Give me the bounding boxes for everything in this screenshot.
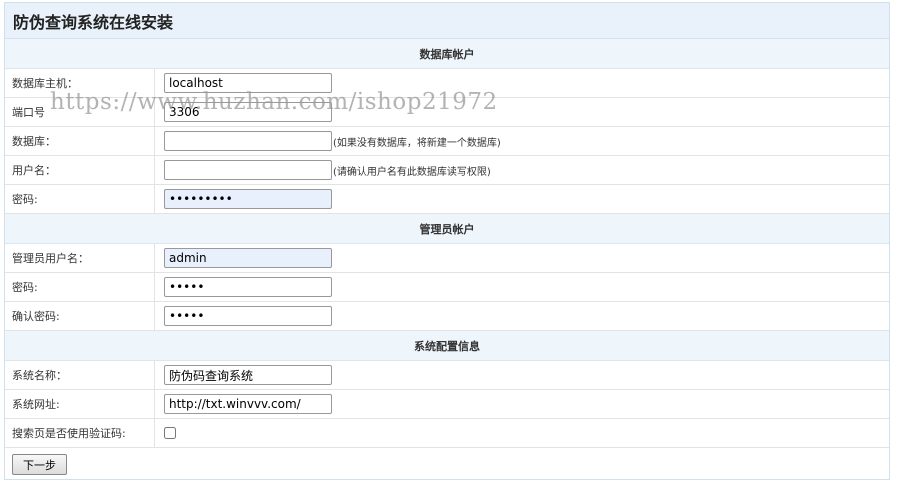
admin-user-cell bbox=[155, 244, 889, 272]
system-url-cell bbox=[155, 390, 889, 418]
db-name-label: 数据库： bbox=[5, 127, 155, 155]
row-db-user: 用户名： (请确认用户名有此数据库读写权限) bbox=[5, 156, 889, 185]
admin-password-input[interactable] bbox=[164, 277, 332, 297]
db-host-cell bbox=[155, 69, 889, 97]
row-system-url: 系统网址: bbox=[5, 390, 889, 419]
title-bar: 防伪查询系统在线安装 bbox=[5, 3, 889, 39]
db-name-input[interactable] bbox=[164, 131, 332, 151]
row-db-port: 端口号 bbox=[5, 98, 889, 127]
section-admin-heading: 管理员帐户 bbox=[5, 214, 889, 244]
page-title: 防伪查询系统在线安装 bbox=[13, 12, 174, 32]
admin-user-label: 管理员用户名： bbox=[5, 244, 155, 272]
db-password-input[interactable] bbox=[164, 189, 332, 209]
db-user-cell: (请确认用户名有此数据库读写权限) bbox=[155, 156, 889, 184]
db-pass-cell bbox=[155, 185, 889, 213]
system-name-label: 系统名称： bbox=[5, 361, 155, 389]
system-name-cell bbox=[155, 361, 889, 389]
row-captcha: 搜索页是否使用验证码: bbox=[5, 419, 889, 448]
submit-row: 下一步 bbox=[5, 448, 889, 481]
next-step-button[interactable]: 下一步 bbox=[12, 454, 67, 475]
admin-confirm-password-input[interactable] bbox=[164, 306, 332, 326]
db-host-input[interactable] bbox=[164, 73, 332, 93]
row-admin-user: 管理员用户名： bbox=[5, 244, 889, 273]
system-url-input[interactable] bbox=[164, 394, 332, 414]
row-db-name: 数据库： (如果没有数据库，将新建一个数据库) bbox=[5, 127, 889, 156]
section-db-heading: 数据库帐户 bbox=[5, 39, 889, 69]
row-db-host: 数据库主机： bbox=[5, 69, 889, 98]
captcha-cell bbox=[155, 419, 889, 447]
section-config-heading: 系统配置信息 bbox=[5, 331, 889, 361]
row-db-pass: 密码: bbox=[5, 185, 889, 214]
db-user-input[interactable] bbox=[164, 160, 332, 180]
captcha-checkbox[interactable] bbox=[164, 427, 176, 439]
db-pass-label: 密码: bbox=[5, 185, 155, 213]
system-name-input[interactable] bbox=[164, 365, 332, 385]
system-url-label: 系统网址: bbox=[5, 390, 155, 418]
db-user-label: 用户名： bbox=[5, 156, 155, 184]
db-port-cell bbox=[155, 98, 889, 126]
row-admin-pass: 密码: bbox=[5, 273, 889, 302]
db-user-hint: (请确认用户名有此数据库读写权限) bbox=[333, 166, 491, 178]
admin-confirm-label: 确认密码: bbox=[5, 302, 155, 330]
db-port-label: 端口号 bbox=[5, 98, 155, 126]
row-admin-confirm: 确认密码: bbox=[5, 302, 889, 331]
admin-username-input[interactable] bbox=[164, 248, 332, 268]
db-port-input[interactable] bbox=[164, 102, 332, 122]
admin-pass-label: 密码: bbox=[5, 273, 155, 301]
admin-confirm-cell bbox=[155, 302, 889, 330]
admin-pass-cell bbox=[155, 273, 889, 301]
db-name-cell: (如果没有数据库，将新建一个数据库) bbox=[155, 127, 889, 155]
db-name-hint: (如果没有数据库，将新建一个数据库) bbox=[333, 137, 501, 149]
db-host-label: 数据库主机： bbox=[5, 69, 155, 97]
captcha-label: 搜索页是否使用验证码: bbox=[5, 419, 155, 447]
row-system-name: 系统名称： bbox=[5, 361, 889, 390]
install-panel: 防伪查询系统在线安装 数据库帐户 数据库主机： 端口号 数据库： (如果没有数据… bbox=[4, 2, 890, 480]
